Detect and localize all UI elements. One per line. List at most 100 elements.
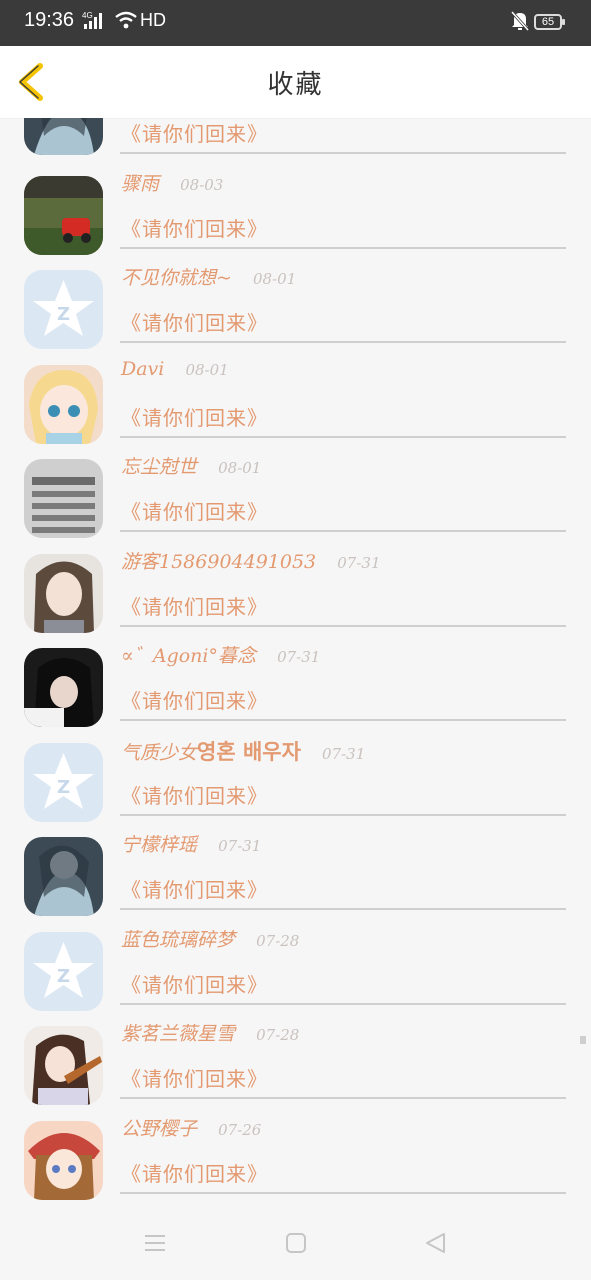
page-title: 收藏 bbox=[267, 70, 324, 100]
list-item[interactable]: 游客1586904491053 07-31 《请你们回来》 bbox=[0, 539, 591, 634]
square-home-icon[interactable] bbox=[285, 1232, 307, 1258]
item-date: 07-26 bbox=[218, 1120, 262, 1139]
user-name: 紫茗兰薇星雪 bbox=[121, 1023, 236, 1045]
list-item[interactable]: 紫茗兰薇星雪 07-28 《请你们回来》 bbox=[0, 1011, 591, 1106]
item-meta: 宁檬梓瑶 07-31 bbox=[121, 830, 261, 858]
avatar bbox=[24, 459, 103, 538]
svg-text:Z: Z bbox=[57, 304, 70, 325]
title-bar: 收藏 bbox=[0, 46, 591, 119]
item-meta: 紫茗兰薇星雪 07-28 bbox=[121, 1019, 299, 1047]
avatar bbox=[24, 837, 103, 916]
list-item[interactable]: Z 气质少女영혼 배우자 07-31 《请你们回来》 bbox=[0, 728, 591, 823]
user-name: 忘尘尅世 bbox=[121, 456, 198, 478]
list-item[interactable]: 骤雨 08-03 《请你们回来》 bbox=[0, 161, 591, 256]
user-name: 公野樱子 bbox=[121, 1117, 198, 1140]
item-date: 08-01 bbox=[253, 270, 297, 288]
article-title: 《请你们回来》 bbox=[121, 783, 268, 808]
item-date: 07-28 bbox=[256, 1026, 300, 1044]
user-name: 宁檬梓瑶 bbox=[121, 834, 198, 856]
user-name: 气质少女영혼 배우자 bbox=[121, 739, 301, 764]
user-name-text: 气质少女 bbox=[121, 741, 198, 764]
item-meta: 游客1586904491053 07-31 bbox=[121, 547, 381, 575]
article-title: 《请你们回来》 bbox=[121, 500, 268, 524]
item-meta: 骤雨 08-03 bbox=[121, 169, 223, 197]
article-title: 《请你们回来》 bbox=[121, 972, 268, 997]
item-meta: 不见你就想~ 08-01 bbox=[121, 263, 296, 291]
menu-icon[interactable] bbox=[144, 1232, 166, 1258]
divider bbox=[120, 719, 566, 721]
divider bbox=[120, 813, 566, 816]
avatar bbox=[24, 553, 103, 633]
svg-text:Z: Z bbox=[57, 966, 70, 987]
item-date: 08-03 bbox=[180, 175, 224, 194]
battery-indicator: 65 bbox=[534, 14, 565, 30]
item-meta: ∝゛Agoni°暮念 07-31 bbox=[121, 641, 320, 669]
avatar bbox=[24, 1120, 103, 1200]
divider bbox=[120, 341, 566, 343]
avatar bbox=[24, 364, 103, 444]
default-qq-avatar-icon: Z bbox=[24, 931, 103, 1011]
item-meta: 忘尘尅世 08-01 bbox=[121, 452, 261, 480]
article-title: 《请你们回来》 bbox=[121, 878, 268, 902]
list-item[interactable]: 宁檬梓瑶 07-31 《请你们回来》 bbox=[0, 822, 591, 917]
item-date: 07-28 bbox=[256, 931, 300, 950]
item-meta: 蓝色琉璃碎梦 07-28 bbox=[121, 925, 299, 953]
divider bbox=[120, 530, 566, 532]
default-qq-avatar-icon: Z bbox=[24, 742, 103, 822]
item-meta: 公野樱子 07-26 bbox=[121, 1114, 261, 1142]
divider bbox=[120, 435, 566, 438]
article-title: 《请你们回来》 bbox=[121, 405, 268, 430]
item-date: 07-31 bbox=[322, 744, 366, 763]
divider bbox=[120, 908, 566, 910]
user-name: 骤雨 bbox=[121, 172, 160, 195]
default-qq-avatar-icon: Z bbox=[24, 270, 103, 349]
item-date: 08-01 bbox=[218, 459, 262, 477]
divider bbox=[120, 1191, 566, 1194]
list-item[interactable]: ∝゛Agoni°暮念 07-31 《请你们回来》 bbox=[0, 633, 591, 728]
article-title: 《请你们回来》 bbox=[121, 122, 268, 146]
divider bbox=[120, 1097, 566, 1099]
article-title: 《请你们回来》 bbox=[121, 689, 268, 713]
user-name: 不见你就想~ bbox=[121, 267, 232, 289]
mute-bell-icon bbox=[510, 10, 530, 37]
article-title: 《请你们回来》 bbox=[121, 216, 268, 241]
divider bbox=[120, 1002, 566, 1005]
item-date: 08-01 bbox=[185, 360, 229, 379]
article-title: 《请你们回来》 bbox=[121, 311, 268, 335]
list-item[interactable]: Davi 08-01 《请你们回来》 bbox=[0, 350, 591, 445]
divider bbox=[120, 246, 566, 249]
item-date: 07-31 bbox=[337, 553, 381, 572]
user-name: 游客1586904491053 bbox=[121, 550, 317, 573]
divider bbox=[120, 624, 566, 627]
user-name: 蓝色琉璃碎梦 bbox=[121, 928, 236, 951]
triangle-back-icon[interactable] bbox=[424, 1232, 446, 1258]
article-title: 《请你们回来》 bbox=[121, 1067, 268, 1091]
item-date: 07-31 bbox=[277, 648, 321, 666]
list-item[interactable]: Z 蓝色琉璃碎梦 07-28 《请你们回来》 bbox=[0, 917, 591, 1012]
list-item[interactable]: 《请你们回来》 bbox=[0, 118, 591, 161]
article-title: 《请你们回来》 bbox=[121, 594, 268, 619]
svg-text:Z: Z bbox=[57, 777, 70, 798]
item-meta: 气质少女영혼 배우자 07-31 bbox=[121, 736, 365, 764]
article-title: 《请你们回来》 bbox=[121, 1161, 268, 1186]
avatar bbox=[24, 118, 103, 155]
cellular-signal-icon: 4G bbox=[82, 10, 108, 35]
user-name: Davi bbox=[121, 357, 165, 380]
list-item[interactable]: 忘尘尅世 08-01 《请你们回来》 bbox=[0, 444, 591, 539]
user-name-korean: 영혼 배우자 bbox=[197, 739, 301, 764]
list-item[interactable]: 公野樱子 07-26 《请你们回来》 bbox=[0, 1106, 591, 1201]
user-name: ∝゛Agoni°暮念 bbox=[121, 645, 256, 667]
avatar bbox=[24, 648, 103, 727]
favorites-list: 《请你们回来》 骤雨 08-03 《请你们回来》 Z 不见你就想~ 08-01 … bbox=[0, 118, 591, 1212]
divider bbox=[120, 152, 566, 154]
status-time: 19:36 bbox=[24, 9, 75, 31]
item-date: 07-31 bbox=[218, 837, 262, 855]
list-item[interactable]: Z 不见你就想~ 08-01 《请你们回来》 bbox=[0, 255, 591, 350]
avatar bbox=[24, 1026, 103, 1105]
avatar bbox=[24, 175, 103, 255]
scrollbar-indicator bbox=[580, 1036, 586, 1044]
hd-label: HD bbox=[140, 10, 166, 30]
item-meta: Davi 08-01 bbox=[121, 358, 229, 386]
wifi-icon bbox=[114, 10, 138, 35]
svg-text:4G: 4G bbox=[82, 11, 93, 20]
